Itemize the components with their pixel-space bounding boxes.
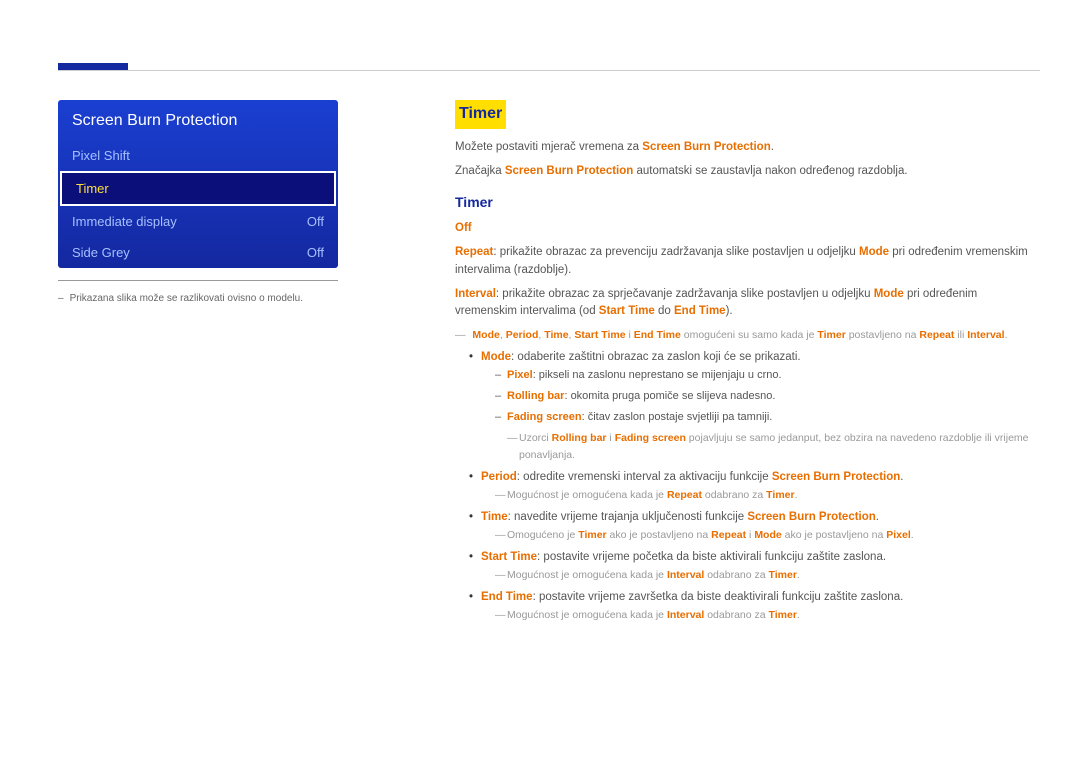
osd-menu: Screen Burn Protection Pixel Shift Timer…	[58, 100, 338, 268]
off-label: Off	[455, 220, 1040, 238]
menu-label: Immediate display	[72, 214, 177, 229]
osd-menu-item-timer[interactable]: Timer	[60, 171, 336, 206]
main-content: Timer Možete postaviti mjerač vremena za…	[455, 100, 1040, 629]
image-caption: Prikazana slika može se razlikovati ovis…	[58, 280, 338, 304]
period-item: Period: odredite vremenski interval za a…	[469, 469, 1040, 503]
interval-line: Interval: prikažite obrazac za sprječava…	[455, 286, 1040, 322]
osd-menu-item-pixel-shift[interactable]: Pixel Shift	[58, 140, 338, 171]
repeat-line: Repeat: prikažite obrazac za prevenciju …	[455, 244, 1040, 280]
mode-item: Mode: odaberite zaštitni obrazac za zasl…	[469, 349, 1040, 462]
menu-label: Pixel Shift	[72, 148, 130, 163]
start-note: Mogućnost je omogućena kada je Interval …	[495, 567, 1040, 583]
fading-sub: Fading screen: čitav zaslon postaje svje…	[495, 409, 1040, 426]
options-list: Mode: odaberite zaštitni obrazac za zasl…	[469, 349, 1040, 623]
end-note: Mogućnost je omogućena kada je Interval …	[495, 607, 1040, 623]
enable-note: Mode, Period, Time, Start Time i End Tim…	[455, 327, 1040, 343]
rolling-sub: Rolling bar: okomita pruga pomiče se sli…	[495, 388, 1040, 405]
period-note: Mogućnost je omogućena kada je Repeat od…	[495, 487, 1040, 503]
time-note: Omogućeno je Timer ako je postavljeno na…	[495, 527, 1040, 543]
end-time-item: End Time: postavite vrijeme završetka da…	[469, 589, 1040, 623]
osd-menu-item-side-grey[interactable]: Side Grey Off	[58, 237, 338, 268]
menu-label: Timer	[76, 181, 109, 196]
sub-heading: Timer	[455, 192, 1040, 214]
osd-menu-item-immediate-display[interactable]: Immediate display Off	[58, 206, 338, 237]
menu-value: Off	[307, 214, 324, 229]
section-heading: Timer	[455, 100, 506, 129]
pixel-sub: Pixel: pikseli na zaslonu neprestano se …	[495, 367, 1040, 384]
osd-menu-title: Screen Burn Protection	[58, 100, 338, 140]
pattern-note: Uzorci Rolling bar i Fading screen pojav…	[507, 430, 1040, 463]
intro-line-2: Značajka Screen Burn Protection automats…	[455, 163, 1040, 181]
menu-label: Side Grey	[72, 245, 130, 260]
intro-line-1: Možete postaviti mjerač vremena za Scree…	[455, 139, 1040, 157]
time-item: Time: navedite vrijeme trajanja uključen…	[469, 509, 1040, 543]
menu-value: Off	[307, 245, 324, 260]
start-time-item: Start Time: postavite vrijeme početka da…	[469, 549, 1040, 583]
